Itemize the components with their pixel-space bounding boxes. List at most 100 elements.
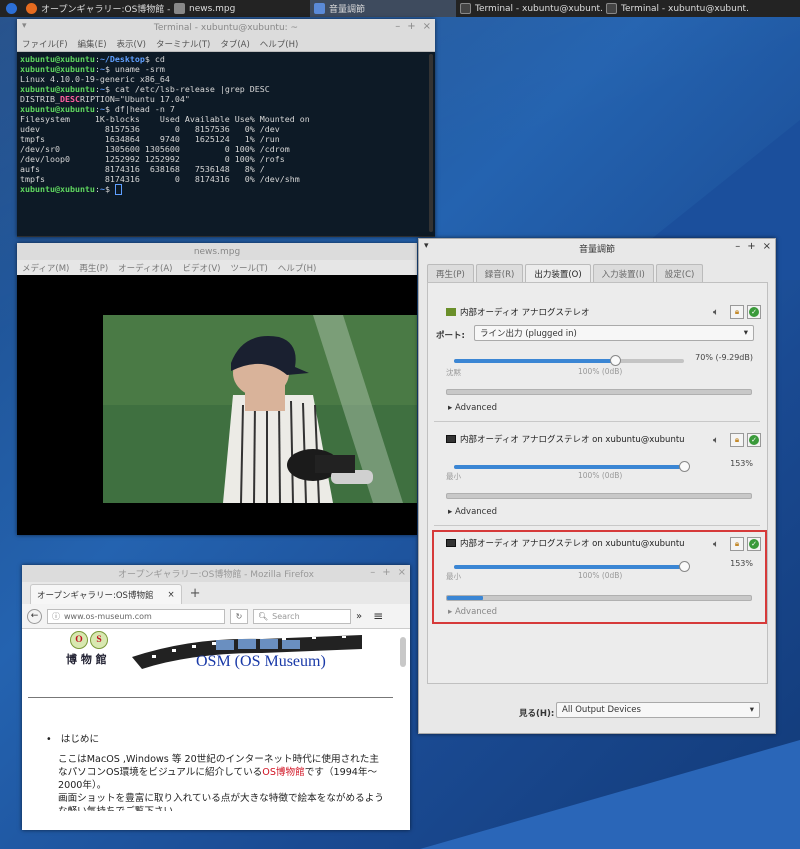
speaker-mute-icon[interactable]: 🔈︎ <box>713 307 727 318</box>
advanced-label: Advanced <box>454 607 497 617</box>
close-icon[interactable]: × <box>398 567 406 578</box>
advanced-expander[interactable]: ▸ Advanced <box>448 403 497 413</box>
window-menu-icon[interactable]: ▾ <box>22 21 27 31</box>
command-text: cd <box>149 54 165 64</box>
terminal-scrollbar[interactable] <box>429 54 433 232</box>
overflow-chevron-icon[interactable]: » <box>356 611 362 622</box>
url-bar[interactable]: ⓘ www.os-museum.com <box>47 608 225 624</box>
menu-terminal[interactable]: ターミナル(T) <box>156 38 210 50</box>
menu-edit[interactable]: 編集(E) <box>78 38 107 50</box>
volume-slider-fill <box>454 465 684 469</box>
menu-help[interactable]: ヘルプ(H) <box>278 262 317 274</box>
taskbar-item[interactable]: Terminal - xubuntu@xubunt... <box>602 0 748 17</box>
video-player-window: news.mpg メディア(M) 再生(P) オーディオ(A) ビデオ(V) ツ… <box>17 243 417 535</box>
tab-input-devices[interactable]: 入力装置(I) <box>592 264 654 282</box>
df-row: aufs 8174316 638168 7536148 8% / <box>20 164 265 174</box>
taskbar-item-label: Terminal - xubuntu@xubunt... <box>475 3 602 14</box>
lock-channels-button[interactable]: 🔒︎ <box>730 537 744 551</box>
port-select[interactable]: ライン出力 (plugged in) ▾ <box>474 325 754 341</box>
hamburger-menu-icon[interactable]: ≡ <box>373 609 383 623</box>
level-meter-fill <box>447 596 484 600</box>
menu-file[interactable]: ファイル(F) <box>22 38 68 50</box>
taskbar-item[interactable]: news.mpg <box>170 0 310 17</box>
app-menu-button[interactable] <box>0 0 22 17</box>
menu-help[interactable]: ヘルプ(H) <box>260 38 299 50</box>
maximize-icon[interactable]: + <box>382 567 390 578</box>
close-icon[interactable]: × <box>423 21 431 32</box>
new-tab-button[interactable]: + <box>182 586 209 601</box>
tab-output-devices[interactable]: 出力装置(O) <box>525 264 591 283</box>
tab-configuration[interactable]: 設定(C) <box>655 264 704 282</box>
minimize-icon[interactable]: – <box>370 567 375 578</box>
os-museum-link[interactable]: OS博物館 <box>262 767 304 778</box>
prompt-user: xubuntu@xubuntu <box>20 54 95 64</box>
volume-slider-knob[interactable] <box>679 461 690 472</box>
menu-media[interactable]: メディア(M) <box>22 262 69 274</box>
show-filter-select[interactable]: All Output Devices ▾ <box>556 702 760 718</box>
volume-slider-knob[interactable] <box>610 355 621 366</box>
output-devices-panel: 内部オーディオ アナログステレオ 🔈︎ 🔒︎ ✓ ポート: ライン出力 (plu… <box>427 282 768 684</box>
reload-button[interactable]: ↻ <box>230 608 248 624</box>
terminal-icon <box>460 3 471 14</box>
page-scrollbar[interactable] <box>400 637 406 667</box>
df-row: udev 8157536 0 8157536 0% /dev <box>20 124 280 134</box>
prompt-user: xubuntu@xubuntu <box>20 104 95 114</box>
volume-slider-fill <box>454 359 615 363</box>
taskbar-item[interactable]: オープンギャラリー:OS博物館 -... <box>22 0 170 17</box>
set-fallback-button[interactable]: ✓ <box>747 537 761 551</box>
taskbar-item-label: Terminal - xubuntu@xubunt... <box>621 3 748 14</box>
lock-channels-button[interactable]: 🔒︎ <box>730 433 744 447</box>
firefox-icon <box>26 3 37 14</box>
logo-letter: S <box>90 631 108 649</box>
taskbar-item[interactable]: Terminal - xubuntu@xubunt... <box>456 0 602 17</box>
firefox-window: オープンギャラリー:OS博物館 - Mozilla Firefox – + × オー… <box>22 565 410 830</box>
taskbar-item-active[interactable]: 音量調節 <box>310 0 456 17</box>
maximize-icon[interactable]: + <box>407 21 415 32</box>
menu-video[interactable]: ビデオ(V) <box>183 262 221 274</box>
menu-playback[interactable]: 再生(P) <box>79 262 108 274</box>
close-tab-icon[interactable]: × <box>167 590 174 600</box>
info-icon[interactable]: ⓘ <box>52 611 60 622</box>
speaker-mute-icon[interactable]: 🔈︎ <box>713 539 727 550</box>
search-box[interactable]: 🔍︎ Search <box>253 608 351 624</box>
speaker-mute-icon[interactable]: 🔈︎ <box>713 435 727 446</box>
volume-slider-knob[interactable] <box>679 561 690 572</box>
back-button[interactable]: ← <box>27 608 42 624</box>
menu-audio[interactable]: オーディオ(A) <box>118 262 172 274</box>
video-frame[interactable] <box>103 315 417 503</box>
window-title: Terminal - xubuntu@xubuntu: ~ <box>153 22 299 33</box>
minimize-icon[interactable]: – <box>395 21 400 32</box>
menu-tabs[interactable]: タブ(A) <box>220 38 249 50</box>
tick-label-min: 最小 <box>446 572 461 581</box>
video-icon <box>174 3 185 14</box>
window-menu-icon[interactable]: ▾ <box>424 241 429 251</box>
volume-slider[interactable] <box>454 561 690 572</box>
advanced-expander[interactable]: ▸ Advanced <box>448 507 497 517</box>
maximize-icon[interactable]: + <box>747 241 755 252</box>
tab-strip: オープンギャラリー:OS博物館 × + <box>22 582 410 604</box>
volume-percent: 70% (-9.29dB) <box>695 353 753 362</box>
firefox-titlebar[interactable]: オープンギャラリー:OS博物館 - Mozilla Firefox – + × <box>22 565 410 582</box>
tab-recording[interactable]: 録音(R) <box>475 264 524 282</box>
advanced-expander[interactable]: ▸ Advanced <box>448 607 497 617</box>
video-titlebar[interactable]: news.mpg <box>17 243 417 260</box>
lock-channels-button[interactable]: 🔒︎ <box>730 305 744 319</box>
terminal-output[interactable]: xubuntu@xubuntu:~/Desktop$ cd xubuntu@xub… <box>17 52 435 236</box>
df-row: Filesystem 1K-blocks Used Available Use%… <box>20 114 310 124</box>
close-icon[interactable]: × <box>763 241 771 252</box>
terminal-titlebar[interactable]: ▾ Terminal - xubuntu@xubuntu: ~ – + × <box>17 19 435 36</box>
browser-tab[interactable]: オープンギャラリー:OS博物館 × <box>30 584 182 604</box>
volume-slider[interactable] <box>454 355 684 366</box>
set-fallback-button[interactable]: ✓ <box>747 305 761 319</box>
tab-playback[interactable]: 再生(P) <box>427 264 474 282</box>
web-page-content[interactable]: O S 博 物 館 OSM (OS Museum) • はじめに ここはMacO… <box>22 629 410 811</box>
monitor-icon <box>446 539 456 547</box>
chevron-down-icon: ▾ <box>743 328 748 338</box>
menu-view[interactable]: 表示(V) <box>117 38 146 50</box>
level-meter <box>446 493 752 499</box>
set-fallback-button[interactable]: ✓ <box>747 433 761 447</box>
volume-slider[interactable] <box>454 461 690 472</box>
mixer-titlebar[interactable]: ▾ 音量調節 – + × <box>419 239 775 257</box>
menu-tools[interactable]: ツール(T) <box>230 262 267 274</box>
minimize-icon[interactable]: – <box>735 241 740 252</box>
